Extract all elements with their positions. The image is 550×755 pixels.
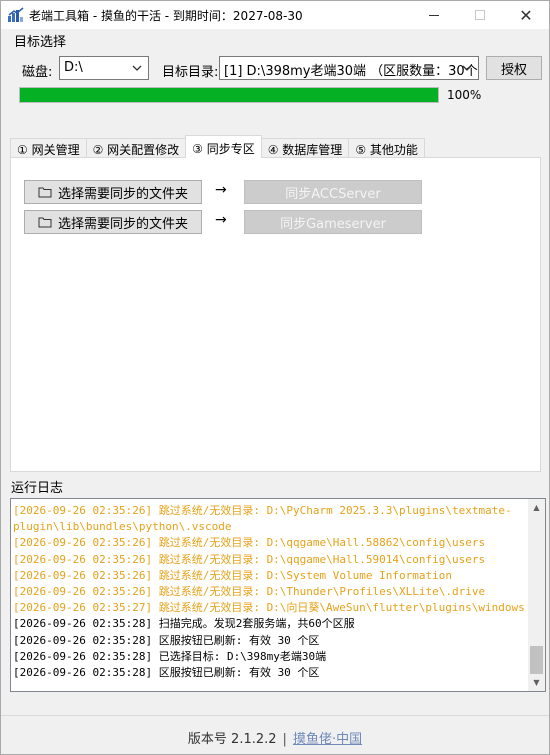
log-line: [2026-09-26 02:35:28] 已选择目标: D:\398my老端3… — [13, 649, 327, 663]
maximize-icon — [475, 10, 485, 20]
log-line: [2026-09-26 02:35:28] 区服按钮已刷新: 有效 30 个区 — [13, 666, 320, 680]
footer-separator: | — [282, 732, 287, 747]
version-text: 版本号 2.1.2.2 — [187, 732, 277, 747]
folder-icon — [38, 217, 52, 228]
select-folder-label-1: 选择需要同步的文件夹 — [57, 186, 188, 202]
select-folder-button-2[interactable]: 选择需要同步的文件夹 — [24, 210, 202, 234]
log-line: [2026-09-26 02:35:28] 区服按钮已刷新: 有效 30 个区 — [13, 633, 320, 647]
minimize-icon — [429, 14, 439, 16]
footer: 版本号 2.1.2.2 | 摸鱼佬·中国 — [1, 728, 549, 747]
tab-strip: ① 网关管理 ② 网关配置修改 ③ 同步专区 ④ 数据库管理 ⑤ 其他功能 — [10, 135, 425, 158]
target-group-label: 目标选择 — [14, 35, 67, 50]
log-label: 运行日志 — [11, 481, 64, 496]
authorize-button[interactable]: 授权 — [486, 56, 542, 80]
chevron-down-icon — [132, 65, 142, 71]
close-icon: ✕ — [519, 5, 533, 25]
progress-bar — [19, 87, 439, 103]
tab-other-functions[interactable]: ⑤ 其他功能 — [348, 138, 425, 158]
arrow-right-icon: → — [215, 182, 227, 198]
scroll-up-icon[interactable]: ▲ — [528, 499, 545, 516]
close-button[interactable]: ✕ — [503, 1, 549, 29]
log-line: [2026-09-26 02:35:26] 跳过系统/无效目录: D:\qqga… — [13, 536, 486, 550]
select-folder-label-2: 选择需要同步的文件夹 — [57, 216, 188, 232]
app-logo-icon — [8, 7, 24, 22]
arrow-right-icon: → — [215, 212, 227, 228]
directory-label: 目标目录: — [162, 65, 219, 80]
title-bar: 老端工具箱 - 摸鱼的干活 - 到期时间：2027-08-30 ✕ — [1, 1, 549, 29]
log-line: plugin\lib\bundles\python\.vscode — [13, 520, 232, 534]
disk-label: 磁盘: — [22, 65, 53, 80]
log-line: [2026-09-26 02:35:28] 扫描完成。发现2套服务端，共60个区… — [13, 617, 355, 631]
footer-link[interactable]: 摸鱼佬·中国 — [293, 732, 362, 747]
log-line: [2026-09-26 02:35:26] 跳过系统/无效目录: D:\Thun… — [13, 585, 486, 599]
sync-accserver-button[interactable]: 同步ACCServer — [244, 180, 422, 204]
chevron-down-icon — [462, 65, 472, 71]
tab-gateway-config[interactable]: ② 网关配置修改 — [85, 138, 187, 158]
log-line: [2026-09-26 02:35:26] 跳过系统/无效目录: D:\Syst… — [13, 568, 452, 582]
minimize-button[interactable] — [411, 1, 457, 29]
sync-gameserver-button[interactable]: 同步Gameserver — [244, 210, 422, 234]
scroll-thumb[interactable] — [530, 646, 543, 674]
select-folder-button-1[interactable]: 选择需要同步的文件夹 — [24, 180, 202, 204]
log-lines: [2026-09-26 02:35:26] 跳过系统/无效目录: D:\PyCh… — [13, 503, 525, 681]
log-output[interactable]: [2026-09-26 02:35:26] 跳过系统/无效目录: D:\PyCh… — [10, 498, 546, 692]
tab-sync-zone[interactable]: ③ 同步专区 — [185, 135, 262, 158]
directory-select[interactable]: [1] D:\398my老端30端 （区服数量：30个） — [219, 56, 479, 80]
scroll-down-icon[interactable]: ▼ — [528, 674, 545, 691]
log-line: [2026-09-26 02:35:26] 跳过系统/无效目录: D:\PyCh… — [13, 504, 512, 517]
footer-divider — [1, 715, 549, 716]
progress-fill — [20, 88, 438, 102]
progress-text: 100% — [447, 88, 482, 102]
tab-database-management[interactable]: ④ 数据库管理 — [260, 138, 350, 158]
window-title: 老端工具箱 - 摸鱼的干活 - 到期时间：2027-08-30 — [29, 9, 303, 23]
sync-tab-panel: 选择需要同步的文件夹 → 同步ACCServer 选择需要同步的文件夹 → 同步… — [10, 157, 541, 472]
maximize-button[interactable] — [457, 1, 503, 29]
disk-select-value: D:\ — [64, 60, 83, 75]
tab-gateway-management[interactable]: ① 网关管理 — [10, 138, 87, 158]
log-scrollbar[interactable]: ▲ ▼ — [528, 499, 545, 691]
log-line: [2026-09-26 02:35:27] 跳过系统/无效目录: D:\向日葵\… — [13, 601, 525, 615]
disk-select[interactable]: D:\ — [59, 56, 149, 80]
directory-select-value: [1] D:\398my老端30端 （区服数量：30个） — [224, 64, 479, 79]
folder-icon — [38, 187, 52, 198]
log-line: [2026-09-26 02:35:26] 跳过系统/无效目录: D:\qqga… — [13, 552, 486, 566]
app-window: 老端工具箱 - 摸鱼的干活 - 到期时间：2027-08-30 ✕ 目标选择 磁… — [0, 0, 550, 755]
